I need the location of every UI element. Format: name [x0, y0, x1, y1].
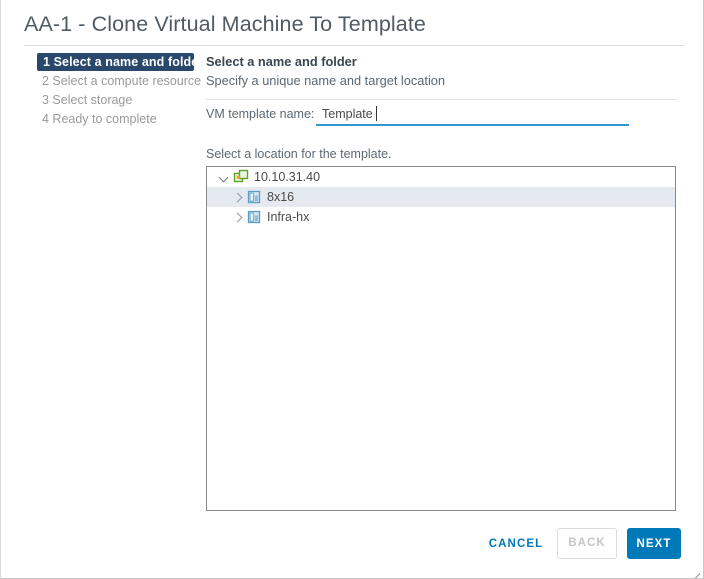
- location-tree-panel[interactable]: 10.10.31.40 8x16 Infra-hx: [206, 166, 676, 511]
- tree-node-label: 8x16: [267, 187, 294, 207]
- tree-instruction-label: Select a location for the template.: [206, 147, 392, 161]
- vm-template-name-label: VM template name:: [206, 107, 314, 121]
- tree-node-label: 10.10.31.40: [254, 167, 320, 187]
- folder-cluster-icon: [246, 209, 262, 225]
- chevron-right-icon[interactable]: [230, 210, 244, 224]
- wizard-step-ready-to-complete[interactable]: 4 Ready to complete: [37, 110, 197, 128]
- dialog-title-bar: AA-1 - Clone Virtual Machine To Template: [1, 0, 704, 47]
- title-divider: [24, 45, 684, 46]
- next-button[interactable]: NEXT: [627, 528, 681, 559]
- tree-row[interactable]: 10.10.31.40: [207, 167, 675, 187]
- text-cursor: [376, 106, 377, 121]
- step-heading: Select a name and folder: [206, 53, 678, 70]
- step-content-header: Select a name and folder Specify a uniqu…: [206, 53, 678, 100]
- vm-template-name-field-wrapper[interactable]: [316, 104, 629, 126]
- page-title: AA-1 - Clone Virtual Machine To Template: [24, 12, 426, 37]
- chevron-down-icon[interactable]: [217, 170, 231, 184]
- chevron-right-icon[interactable]: [230, 190, 244, 204]
- wizard-step-select-compute-resource[interactable]: 2 Select a compute resource: [37, 72, 197, 90]
- vm-template-name-input[interactable]: [322, 104, 622, 123]
- clone-vm-to-template-dialog: AA-1 - Clone Virtual Machine To Template…: [0, 0, 704, 579]
- back-button[interactable]: BACK: [557, 528, 617, 559]
- cancel-button[interactable]: CANCEL: [485, 530, 547, 558]
- wizard-step-select-name-and-folder[interactable]: 1 Select a name and folder: [37, 53, 194, 71]
- dialog-footer: CANCEL BACK NEXT: [1, 525, 704, 563]
- datacenter-icon: [233, 169, 249, 185]
- folder-cluster-icon: [246, 189, 262, 205]
- wizard-steps-sidebar: 1 Select a name and folder 2 Select a co…: [37, 53, 197, 129]
- step-subheading: Specify a unique name and target locatio…: [206, 72, 678, 90]
- vm-template-name-row: VM template name:: [206, 104, 678, 128]
- tree-row[interactable]: Infra-hx: [207, 207, 675, 227]
- tree-row[interactable]: 8x16: [207, 187, 675, 207]
- content-divider: [206, 99, 678, 100]
- tree-node-label: Infra-hx: [267, 207, 309, 227]
- resize-grip-handle[interactable]: [688, 563, 700, 575]
- wizard-step-select-storage[interactable]: 3 Select storage: [37, 91, 197, 109]
